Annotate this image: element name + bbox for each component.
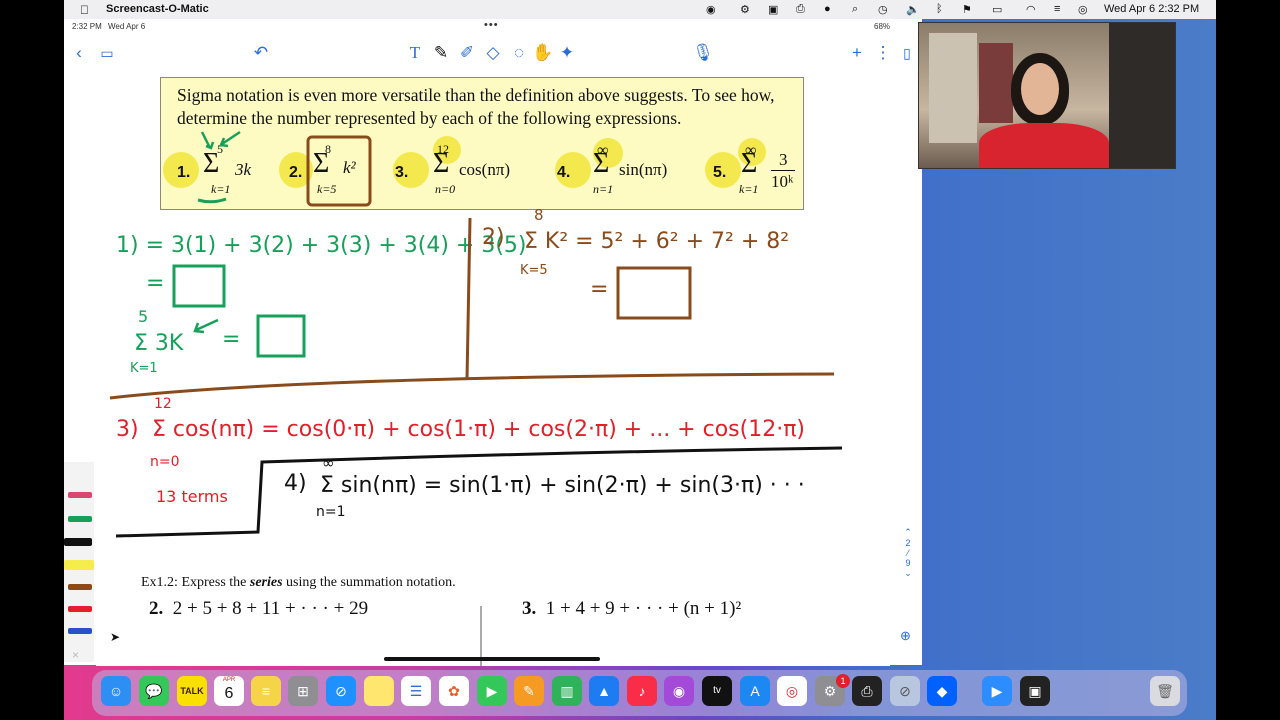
p1-answer-box [172, 264, 226, 308]
p3-sum-lower: n=0 [150, 454, 180, 470]
calendar-icon[interactable]: APR 6 [214, 676, 244, 706]
trash-icon[interactable]: 🗑 [1150, 676, 1180, 706]
p3-label: 3) [116, 417, 139, 442]
highlighter-yellow-icon[interactable] [64, 560, 94, 570]
pages-app-icon[interactable]: ✎ [514, 676, 544, 706]
shelf-image [979, 43, 1013, 123]
p2-sum-upper: 8 [534, 206, 544, 224]
p3-sum-upper: 12 [154, 396, 172, 412]
heading-text: using the summation notation. [282, 575, 456, 590]
answer-circle [306, 135, 372, 207]
separator: ⁄ [907, 548, 909, 558]
p4-sum-upper: ∞ [322, 454, 335, 472]
p2-label: 2) [482, 225, 505, 250]
numbers-icon[interactable]: ▥ [552, 676, 582, 706]
p1-expansion: 1) = 3(1) + 3(2) + 3(3) + 3(4) + 3(5) [116, 233, 526, 258]
current-page: 2 [905, 538, 911, 548]
chrome-icon[interactable]: ◎ [777, 676, 807, 706]
zoom-app-icon[interactable]: ▶ [982, 676, 1012, 706]
home-indicator[interactable] [384, 657, 600, 661]
arrow-mark [219, 130, 241, 148]
p1-sum: Σ 3K [134, 331, 184, 356]
p3-term-count: 13 terms [156, 487, 228, 506]
dropbox-icon[interactable]: ◆ [927, 676, 957, 706]
p4-label: 4) [284, 471, 307, 496]
chevron-down-icon[interactable]: ⌄ [898, 568, 918, 579]
app-store-icon[interactable]: A [740, 676, 770, 706]
exercise-item-2: 2. 2 + 5 + 8 + 11 + · · · + 29 [149, 598, 368, 620]
close-icon[interactable]: × [72, 648, 79, 662]
photos-icon[interactable]: ✿ [439, 676, 469, 706]
arrow-mark [193, 318, 219, 334]
poster-image [929, 33, 977, 143]
safari-icon[interactable]: ⊘ [326, 676, 356, 706]
item-number: 2. [149, 598, 164, 619]
podcasts-icon[interactable]: ◉ [664, 676, 694, 706]
apple-tv-icon[interactable]: tv [702, 676, 732, 706]
zoom-icon[interactable]: ⊕ [900, 628, 911, 644]
item-number: 3. [522, 598, 537, 619]
p2-sum-lower: K=5 [520, 263, 548, 278]
p4-sum-lower: n=1 [316, 504, 346, 520]
p2-answer-box [616, 266, 692, 320]
p2-sum: Σ K² = 5² + 6² + 7² + 8² [524, 229, 789, 254]
pen-blue-icon[interactable] [68, 628, 92, 634]
printer-app-icon[interactable]: ⎙ [852, 676, 882, 706]
screencast-icon[interactable]: ▣ [1020, 676, 1050, 706]
keynote-icon[interactable]: ▲ [589, 676, 619, 706]
door-image [1109, 23, 1175, 168]
exercise-item-3: 3. 1 + 4 + 9 + · · · + (n + 1)² [522, 598, 741, 620]
launchpad-icon[interactable]: ⊞ [288, 676, 318, 706]
kakaotalk-icon[interactable]: TALK [177, 676, 207, 706]
exercise-heading: Ex1.2: Express the series using the summ… [141, 575, 456, 591]
mouse-cursor-icon: ➤ [110, 630, 121, 644]
person-shirt [979, 123, 1109, 168]
person-face [1021, 63, 1059, 115]
p1-equals: = [146, 271, 164, 296]
webcam-overlay[interactable] [918, 22, 1176, 169]
pen-tray: × [64, 462, 94, 662]
pen-green-icon[interactable] [68, 516, 92, 522]
chevron-up-icon[interactable]: ⌃ [898, 527, 918, 538]
pen-brown-icon[interactable] [68, 584, 92, 590]
facetime-icon[interactable]: ▶ [477, 676, 507, 706]
reminders-icon[interactable]: ☰ [401, 676, 431, 706]
p1-sum-lower: K=1 [130, 361, 158, 376]
divider-line [109, 372, 835, 400]
p3-expansion: Σ cos(nπ) = cos(0·π) + cos(1·π) + cos(2·… [152, 417, 805, 442]
p1-sum-answer-box [256, 314, 306, 358]
p2-equals: = [590, 277, 608, 302]
music-icon[interactable]: ♪ [627, 676, 657, 706]
block-icon[interactable]: ⊘ [890, 676, 920, 706]
messages-icon[interactable]: 💬 [139, 676, 169, 706]
total-pages: 9 [905, 558, 911, 568]
notes-icon[interactable]: ≡ [251, 676, 281, 706]
p4-expansion: Σ sin(nπ) = sin(1·π) + sin(2·π) + sin(3·… [320, 473, 805, 498]
pen-red-icon[interactable] [68, 606, 92, 612]
pen-red-icon[interactable] [68, 492, 92, 498]
calendar-day: 6 [224, 685, 234, 702]
notification-badge: 1 [836, 674, 850, 688]
finder-icon[interactable]: ☺ [101, 676, 131, 706]
pen-black-icon[interactable] [64, 538, 92, 546]
series-text: 1 + 4 + 9 + · · · + (n + 1)² [545, 598, 742, 619]
heading-text: Ex1.2: Express the [141, 575, 250, 590]
p1-sum-equals: = [222, 327, 240, 352]
heading-emphasis: series [249, 575, 283, 590]
series-text: 2 + 5 + 8 + 11 + · · · + 29 [172, 598, 369, 619]
underline-mark [197, 197, 227, 204]
stickies-icon[interactable] [364, 676, 394, 706]
arrow-mark [200, 131, 215, 150]
p1-sum-upper: 5 [138, 307, 148, 326]
page-indicator[interactable]: ⌃ 2 ⁄ 9 ⌄ [898, 525, 918, 605]
